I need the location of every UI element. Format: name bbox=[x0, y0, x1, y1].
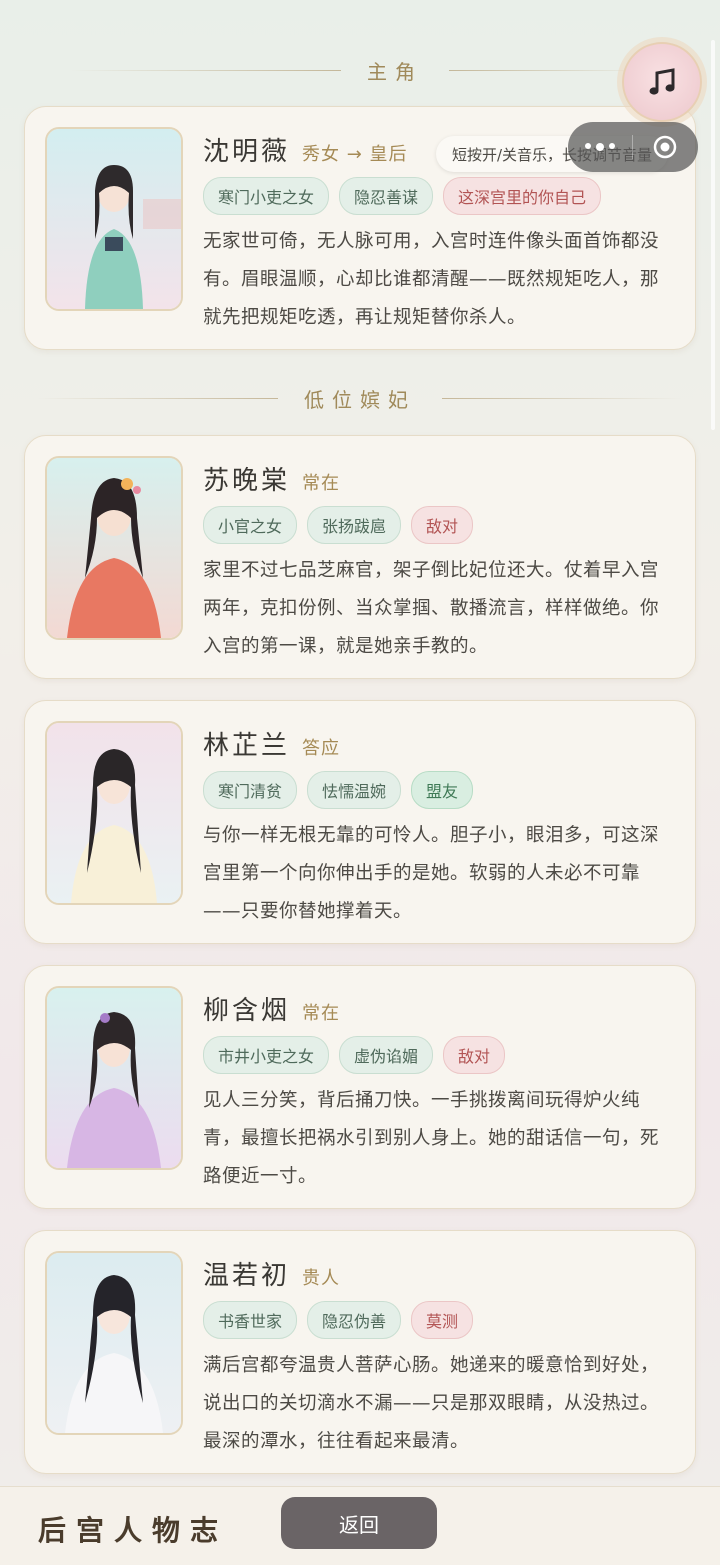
miniapp-capsule bbox=[568, 122, 698, 172]
tag: 书香世家 bbox=[203, 1301, 298, 1339]
close-circle-icon bbox=[653, 135, 677, 159]
character-name: 温若初 贵人 bbox=[203, 1261, 341, 1291]
character-portrait bbox=[45, 1251, 183, 1435]
tag: 张扬跋扈 bbox=[307, 506, 402, 544]
character-portrait bbox=[45, 127, 183, 311]
tag-list: 书香世家 隐忍伪善 莫测 bbox=[203, 1301, 474, 1339]
tag-relation-unknown: 莫测 bbox=[411, 1301, 474, 1339]
character-rank: 常在 bbox=[302, 1003, 341, 1024]
music-toggle-button[interactable] bbox=[622, 42, 702, 122]
close-miniapp-button[interactable] bbox=[633, 134, 697, 160]
character-card[interactable]: 林芷兰 答应 寒门清贫 怯懦温婉 盟友 与你一样无根无靠的可怜人。胆子小，眼泪多，… bbox=[24, 700, 696, 944]
section-title-low-rank-consorts: 低位嫔妃 bbox=[0, 378, 720, 418]
music-note-icon bbox=[649, 68, 675, 95]
divider-line bbox=[442, 397, 682, 399]
character-portrait bbox=[45, 721, 183, 905]
page-title: 后宫人物志 bbox=[38, 1514, 229, 1547]
character-card[interactable]: 柳含烟 常在 市井小吏之女 虚伪谄媚 敌对 见人三分笑，背后捅刀快。一手挑拨离间玩… bbox=[24, 965, 696, 1209]
character-description: 家里不过七品芝麻官，架子倒比妃位还大。仗着早入宫两年，克扣份例、当众掌掴、散播流… bbox=[203, 560, 660, 657]
tag-relation-hostile: 敌对 bbox=[443, 1036, 506, 1074]
tag: 市井小吏之女 bbox=[203, 1036, 330, 1074]
tag-list: 市井小吏之女 虚伪谄媚 敌对 bbox=[203, 1036, 506, 1074]
character-name: 沈明薇 秀女 → 皇后 bbox=[203, 137, 408, 167]
section-title-text: 低位嫔妃 bbox=[304, 387, 416, 412]
character-card[interactable]: 苏晚棠 常在 小官之女 张扬跋扈 敌对 家里不过七品芝麻官，架子倒比妃位还大。仗着… bbox=[24, 435, 696, 679]
character-portrait bbox=[45, 986, 183, 1170]
tag-list: 寒门小吏之女 隐忍善谋 这深宫里的你自己 bbox=[203, 177, 602, 215]
divider-line bbox=[71, 69, 341, 71]
character-name: 林芷兰 答应 bbox=[203, 731, 341, 761]
tag: 小官之女 bbox=[203, 506, 298, 544]
tag-relation-hostile: 敌对 bbox=[411, 506, 474, 544]
bottom-bar: 后宫人物志 返回 bbox=[0, 1486, 720, 1565]
tag-list: 寒门清贫 怯懦温婉 盟友 bbox=[203, 771, 474, 809]
character-name: 苏晚棠 常在 bbox=[203, 466, 341, 496]
more-options-button[interactable] bbox=[568, 143, 632, 151]
character-portrait bbox=[45, 456, 183, 640]
character-name: 柳含烟 常在 bbox=[203, 996, 341, 1026]
character-rank: 秀女 → 皇后 bbox=[302, 144, 408, 165]
tag: 寒门清贫 bbox=[203, 771, 298, 809]
tag: 隐忍善谋 bbox=[339, 177, 434, 215]
section-title-text: 主角 bbox=[367, 59, 423, 84]
character-description: 与你一样无根无靠的可怜人。胆子小，眼泪多，可这深宫里第一个向你伸出手的是她。软弱… bbox=[203, 825, 660, 922]
character-rank: 贵人 bbox=[302, 1268, 341, 1289]
tag-highlight: 这深宫里的你自己 bbox=[443, 177, 602, 215]
character-rank: 答应 bbox=[302, 738, 341, 759]
divider-line bbox=[38, 397, 278, 399]
section-title-protagonist: 主角 bbox=[0, 50, 720, 90]
dot-icon bbox=[585, 143, 591, 149]
character-description: 满后宫都夸温贵人菩萨心肠。她递来的暖意恰到好处，说出口的关切滴水不漏——只是那双… bbox=[203, 1355, 660, 1452]
tag-list: 小官之女 张扬跋扈 敌对 bbox=[203, 506, 474, 544]
tag: 怯懦温婉 bbox=[307, 771, 402, 809]
character-card[interactable]: 温若初 贵人 书香世家 隐忍伪善 莫测 满后宫都夸温贵人菩萨心肠。她递来的暖意恰到… bbox=[24, 1230, 696, 1474]
tag: 虚伪谄媚 bbox=[339, 1036, 434, 1074]
character-rank: 常在 bbox=[302, 473, 341, 494]
dot-icon bbox=[609, 143, 615, 149]
dot-icon bbox=[596, 143, 604, 151]
tag-relation-ally: 盟友 bbox=[411, 771, 474, 809]
character-description: 见人三分笑，背后捅刀快。一手挑拨离间玩得炉火纯青，最擅长把祸水引到别人身上。她的… bbox=[203, 1090, 660, 1187]
back-button[interactable]: 返回 bbox=[281, 1497, 437, 1549]
scrollbar[interactable] bbox=[711, 40, 715, 430]
tag: 寒门小吏之女 bbox=[203, 177, 330, 215]
character-description: 无家世可倚，无人脉可用，入宫时连件像头面首饰都没有。眉眼温顺，心却比谁都清醒——… bbox=[203, 231, 660, 328]
tag: 隐忍伪善 bbox=[307, 1301, 402, 1339]
divider-line bbox=[449, 69, 649, 71]
